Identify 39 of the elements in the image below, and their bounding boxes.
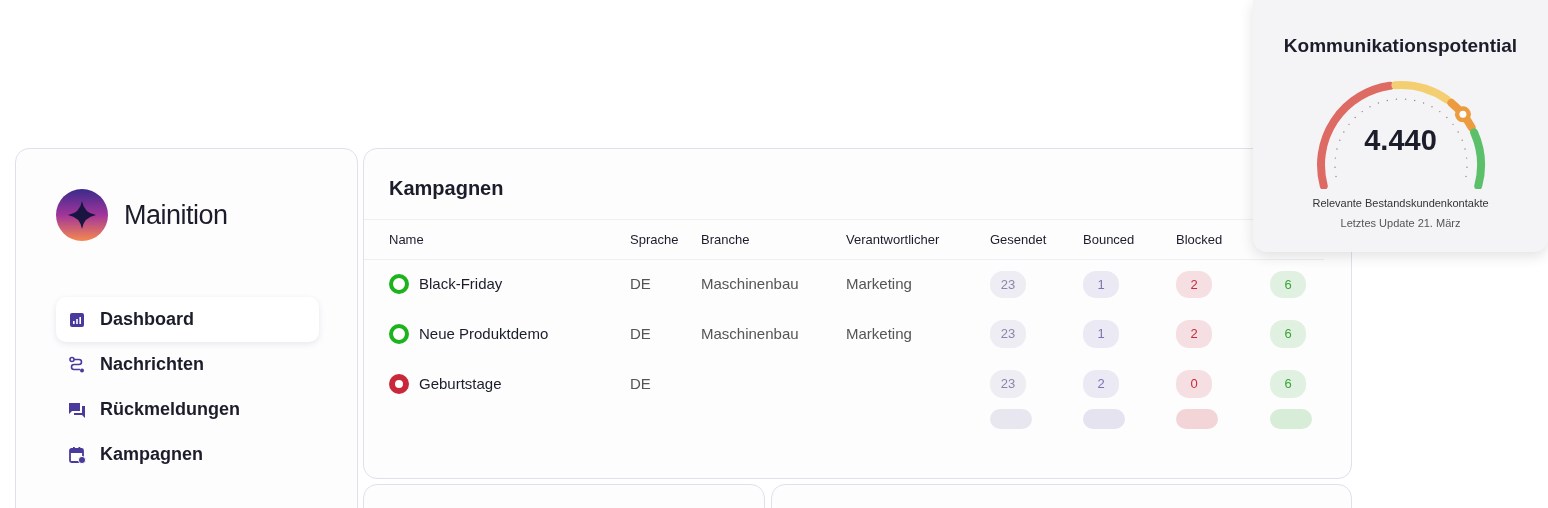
table-cell: Maschinenbau <box>701 275 799 292</box>
count-badge: 2 <box>1083 370 1119 398</box>
count-badge: 23 <box>990 370 1026 398</box>
table-cell: Marketing <box>846 324 912 342</box>
count-badge: 1 <box>1083 270 1119 298</box>
table-cell: Marketing <box>846 275 912 292</box>
brand-name: Mainition <box>124 198 228 232</box>
nav-item[interactable]: Rückmeldungen <box>56 387 319 432</box>
count-badge: 6 <box>1270 370 1306 398</box>
count-badge: 0 <box>1176 370 1212 398</box>
column-header: Verantwortlicher <box>846 232 940 247</box>
table-cell: DE <box>630 374 651 392</box>
column-header: Sprache <box>630 232 679 247</box>
column-header: Branche <box>701 232 750 247</box>
card-title: Kommunikationspotential <box>1282 34 1519 58</box>
nav-item[interactable]: Kampagnen <box>56 432 319 477</box>
nav-item[interactable]: Dashboard <box>56 297 319 342</box>
gauge-caption: Relevante Bestandskundenkontakte <box>1311 195 1490 211</box>
count-badge: 1 <box>1083 320 1119 348</box>
panel-title: Kampagnen <box>389 177 504 199</box>
count-badge: 2 <box>1176 320 1212 348</box>
column-header: Bounced <box>1083 232 1135 247</box>
update-date: Letztes Update 21. März <box>1339 216 1462 231</box>
table-cell: Maschinenbau <box>701 324 799 342</box>
count-badge: 2 <box>1176 270 1212 298</box>
column-header: Blocked <box>1176 232 1223 247</box>
nav-item[interactable]: Nachrichten <box>56 342 319 387</box>
gauge-value: 4.440 <box>1364 124 1437 157</box>
campaign-name[interactable]: Black-Friday <box>419 273 503 296</box>
table-cell: DE <box>630 324 651 342</box>
count-badge: 6 <box>1270 320 1306 348</box>
campaign-name[interactable]: Geburtstage <box>419 372 502 396</box>
count-badge: 23 <box>990 270 1026 298</box>
campaign-name[interactable]: Neue Produktdemo <box>419 322 549 346</box>
column-header: Gesendet <box>990 232 1047 247</box>
count-badge: 23 <box>990 320 1026 348</box>
count-badge: 6 <box>1270 270 1306 298</box>
table-cell: DE <box>630 275 651 292</box>
column-header: Name <box>389 232 424 247</box>
